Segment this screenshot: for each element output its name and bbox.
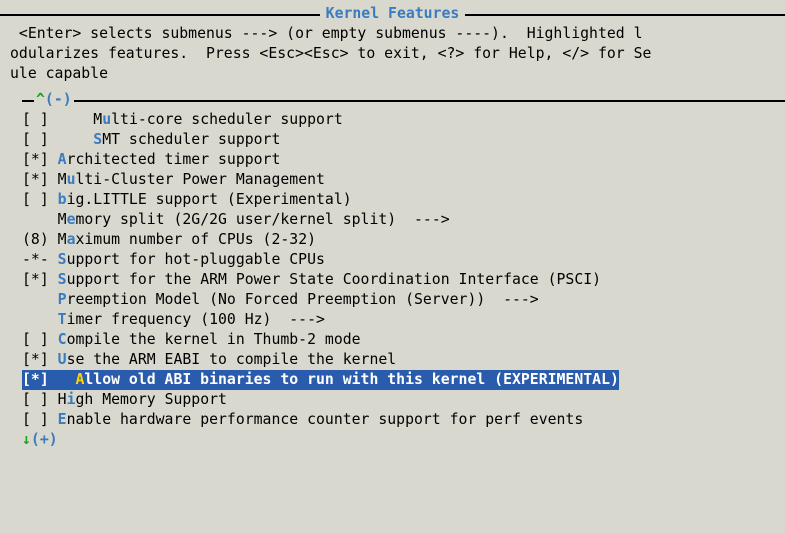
menu-item[interactable]: [*] Use the ARM EABI to compile the kern…	[22, 350, 785, 370]
menu-item[interactable]: Memory split (2G/2G user/kernel split) -…	[22, 210, 785, 230]
item-text: imer frequency (100 Hz) --->	[67, 311, 325, 328]
menu-item[interactable]: [ ] big.LITTLE support (Experimental)	[22, 190, 785, 210]
menu-item[interactable]: Preemption Model (No Forced Preemption (…	[22, 290, 785, 310]
item-hotkey: T	[58, 311, 67, 328]
item-hotkey: S	[58, 251, 67, 268]
item-text: lti-core scheduler support	[111, 111, 343, 128]
menu-item[interactable]: -*- Support for hot-pluggable CPUs	[22, 250, 785, 270]
item-text: lti-Cluster Power Management	[75, 171, 324, 188]
menu-item[interactable]: Timer frequency (100 Hz) --->	[22, 310, 785, 330]
help-line: odularizes features. Press <Esc><Esc> to…	[0, 44, 785, 64]
help-line: ule capable	[0, 64, 785, 84]
item-bracket: (8)	[22, 231, 58, 248]
item-text-pre: M	[58, 211, 67, 228]
item-text: MT scheduler support	[102, 131, 280, 148]
item-text: gh Memory Support	[75, 391, 226, 408]
item-text-pre: M	[58, 171, 67, 188]
title-bar: Kernel Features	[0, 4, 785, 24]
item-text: rchitected timer support	[67, 151, 281, 168]
menu-item[interactable]: [ ] Compile the kernel in Thumb-2 mode	[22, 330, 785, 350]
item-text: se the ARM EABI to compile the kernel	[67, 351, 397, 368]
item-text-pre: M	[93, 111, 102, 128]
item-hotkey: U	[58, 351, 67, 368]
item-text: ximum number of CPUs (2-32)	[75, 231, 316, 248]
item-bracket: [ ]	[22, 411, 58, 428]
item-bracket: [*]	[22, 271, 58, 288]
item-bracket: [*]	[22, 151, 58, 168]
menu-item[interactable]: [*] Allow old ABI binaries to run with t…	[22, 370, 619, 390]
item-bracket: [ ]	[22, 331, 58, 348]
menu-item[interactable]: [*] Multi-Cluster Power Management	[22, 170, 785, 190]
item-bracket	[22, 291, 58, 308]
list-top-rule: ^(-)	[22, 90, 785, 110]
item-hotkey: E	[58, 411, 67, 428]
item-bracket: [*]	[22, 371, 75, 388]
item-hotkey: u	[102, 111, 111, 128]
item-bracket: [ ]	[22, 111, 93, 128]
help-line: <Enter> selects submenus ---> (or empty …	[0, 24, 785, 44]
item-text-pre: H	[58, 391, 67, 408]
item-hotkey: S	[58, 271, 67, 288]
item-bracket: [*]	[22, 351, 58, 368]
item-text: ig.LITTLE support (Experimental)	[67, 191, 352, 208]
item-text: mory split (2G/2G user/kernel split) ---…	[75, 211, 449, 228]
item-bracket: [ ]	[22, 191, 58, 208]
item-bracket: [ ]	[22, 391, 58, 408]
item-bracket: [ ]	[22, 131, 93, 148]
menu-item[interactable]: [ ] Enable hardware performance counter …	[22, 410, 785, 430]
item-bracket	[22, 311, 58, 328]
item-hotkey: S	[93, 131, 102, 148]
page-title: Kernel Features	[320, 5, 466, 22]
menu-item[interactable]: [ ] High Memory Support	[22, 390, 785, 410]
menu-item[interactable]: (8) Maximum number of CPUs (2-32)	[22, 230, 785, 250]
item-text: upport for the ARM Power State Coordinat…	[67, 271, 602, 288]
item-text: upport for hot-pluggable CPUs	[67, 251, 325, 268]
item-hotkey: P	[58, 291, 67, 308]
help-text: <Enter> selects submenus ---> (or empty …	[0, 24, 785, 84]
menu-item[interactable]: [ ] SMT scheduler support	[22, 130, 785, 150]
item-hotkey: b	[58, 191, 67, 208]
item-bracket: -*-	[22, 251, 58, 268]
item-hotkey: A	[58, 151, 67, 168]
scroll-down-indicator[interactable]: ↓(+)	[22, 430, 785, 450]
item-text: llow old ABI binaries to run with this k…	[84, 371, 619, 388]
item-bracket: [*]	[22, 171, 58, 188]
item-bracket	[22, 211, 58, 228]
menu-item[interactable]: [*] Architected timer support	[22, 150, 785, 170]
scroll-up-indicator[interactable]: ^(-)	[34, 90, 74, 110]
menu-item[interactable]: [ ] Multi-core scheduler support	[22, 110, 785, 130]
menu-item[interactable]: [*] Support for the ARM Power State Coor…	[22, 270, 785, 290]
option-list: [ ] Multi-core scheduler support[ ] SMT …	[22, 110, 785, 430]
item-text: reemption Model (No Forced Preemption (S…	[67, 291, 539, 308]
item-text: ompile the kernel in Thumb-2 mode	[67, 331, 361, 348]
item-text-pre: M	[58, 231, 67, 248]
item-hotkey: C	[58, 331, 67, 348]
item-text: nable hardware performance counter suppo…	[67, 411, 584, 428]
